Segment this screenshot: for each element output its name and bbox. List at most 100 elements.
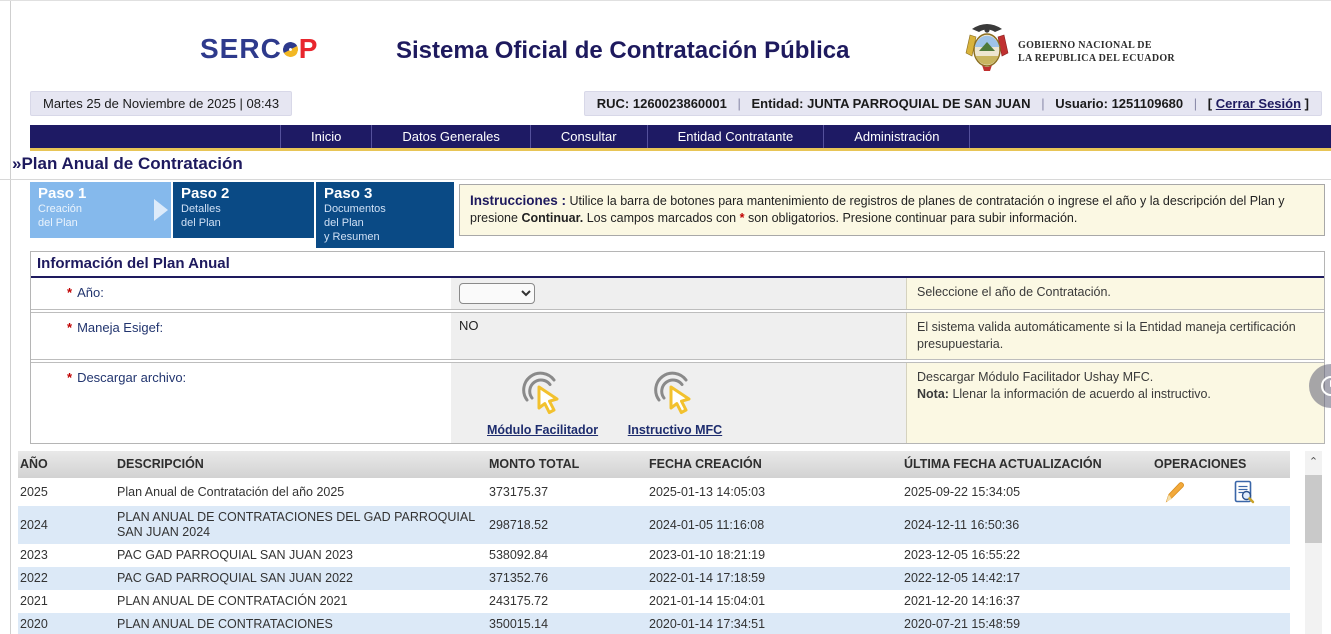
pencil-icon[interactable] bbox=[1162, 480, 1186, 504]
required-asterisk: * bbox=[67, 320, 72, 335]
scrollbar-thumb[interactable] bbox=[1305, 475, 1322, 543]
step-2-detalles: Paso 2 Detalles del Plan bbox=[173, 182, 314, 238]
wizard-steps: Paso 1 Creación del Plan Paso 2 Detalles… bbox=[0, 179, 1331, 180]
cell-description: PLAN ANUAL DE CONTRATACIONES DEL GAD PAR… bbox=[115, 508, 487, 542]
cell-created: 2021-01-14 15:04:01 bbox=[647, 592, 902, 611]
ruc-value: 1260023860001 bbox=[633, 96, 727, 111]
form-row-esigef: *Maneja Esigef: NO El sistema valida aut… bbox=[31, 313, 1324, 359]
anio-label-cell: *Año: bbox=[31, 278, 451, 309]
cell-year: 2020 bbox=[18, 615, 115, 634]
cell-description: PAC GAD PARROQUIAL SAN JUAN 2023 bbox=[115, 546, 487, 565]
cell-description: PLAN ANUAL DE CONTRATACIÓN 2021 bbox=[115, 592, 487, 611]
cell-year: 2024 bbox=[18, 516, 115, 535]
step-3-line3: y Resumen bbox=[324, 230, 446, 244]
sercop-logo-text-p: P bbox=[299, 33, 319, 65]
instructions-continuar: Continuar. bbox=[521, 211, 583, 225]
sercop-logo: SERCP bbox=[200, 33, 318, 65]
col-header-anio: AÑO bbox=[18, 455, 115, 474]
cell-year: 2023 bbox=[18, 546, 115, 565]
main-menu: Inicio Datos Generales Consultar Entidad… bbox=[30, 125, 1331, 151]
logout-bracket: ] bbox=[1305, 96, 1309, 111]
app-title: Sistema Oficial de Contratación Pública bbox=[396, 37, 849, 65]
cell-operations bbox=[1152, 577, 1272, 581]
descargar-help-note: Nota: Llenar la información de acuerdo a… bbox=[917, 386, 1314, 403]
instructions-box: Instrucciones : Utilice la barra de boto… bbox=[459, 184, 1325, 236]
step-2-line1: Detalles bbox=[181, 202, 306, 216]
gov-text-line2: LA REPUBLICA DEL ECUADOR bbox=[1018, 52, 1175, 65]
modulo-facilitador-link[interactable]: Módulo Facilitador bbox=[487, 423, 598, 437]
menu-item-datos-generales[interactable]: Datos Generales bbox=[371, 125, 530, 148]
step-2-title: Paso 2 bbox=[181, 185, 306, 202]
ecuador-coat-of-arms-icon bbox=[962, 21, 1012, 75]
plan-anual-form: Información del Plan Anual *Año: Selecci… bbox=[30, 251, 1325, 444]
instructions-text: son obligatorios. Presione continuar par… bbox=[748, 211, 1077, 225]
cell-amount: 350015.14 bbox=[487, 615, 647, 634]
cell-amount: 298718.52 bbox=[487, 516, 647, 535]
cell-year: 2025 bbox=[18, 483, 115, 502]
step-arrow-icon bbox=[154, 199, 168, 221]
instructivo-mfc-link[interactable]: Instructivo MFC bbox=[628, 423, 722, 437]
table-row: 2024 PLAN ANUAL DE CONTRATACIONES DEL GA… bbox=[18, 506, 1290, 544]
logout-link[interactable]: Cerrar Sesión bbox=[1216, 96, 1301, 111]
step-3-line2: del Plan bbox=[324, 216, 446, 230]
chevron-up-icon[interactable]: ⌃ bbox=[1305, 451, 1322, 471]
menu-item-inicio[interactable]: Inicio bbox=[280, 125, 371, 148]
entidad-label: Entidad: bbox=[752, 96, 804, 111]
menu-item-administracion[interactable]: Administración bbox=[823, 125, 970, 148]
cell-operations bbox=[1152, 600, 1272, 604]
page-title: »Plan Anual de Contratación bbox=[12, 154, 243, 174]
cell-created: 2024-01-05 11:16:08 bbox=[647, 516, 902, 535]
esigef-value: NO bbox=[451, 313, 906, 359]
instructivo-mfc-download[interactable]: Instructivo MFC bbox=[628, 371, 722, 437]
step-1-line1: Creación bbox=[38, 202, 163, 216]
cell-operations bbox=[1152, 623, 1272, 627]
form-row-anio: *Año: Seleccione el año de Contratación. bbox=[31, 278, 1324, 309]
menu-item-entidad-contratante[interactable]: Entidad Contratante bbox=[647, 125, 824, 148]
cell-description: PAC GAD PARROQUIAL SAN JUAN 2022 bbox=[115, 569, 487, 588]
cell-updated: 2024-12-11 16:50:36 bbox=[902, 516, 1152, 535]
document-search-icon[interactable] bbox=[1232, 480, 1256, 504]
cell-description: PLAN ANUAL DE CONTRATACIONES bbox=[115, 615, 487, 634]
modulo-facilitador-download[interactable]: Módulo Facilitador bbox=[487, 371, 598, 437]
anio-value-cell bbox=[451, 278, 906, 309]
cell-year: 2021 bbox=[18, 592, 115, 611]
descargar-help: Descargar Módulo Facilitador Ushay MFC. … bbox=[906, 363, 1324, 443]
required-asterisk: * bbox=[740, 211, 745, 225]
nota-label: Nota: bbox=[917, 387, 949, 401]
anio-help: Seleccione el año de Contratación. bbox=[906, 278, 1324, 309]
col-header-descripcion: DESCRIPCIÓN bbox=[115, 455, 487, 474]
descargar-label-cell: *Descargar archivo: bbox=[31, 363, 451, 443]
descargar-label: Descargar archivo: bbox=[77, 370, 186, 385]
cell-updated: 2023-12-05 16:55:22 bbox=[902, 546, 1152, 565]
separator: | bbox=[730, 96, 747, 111]
cell-updated: 2022-12-05 14:42:17 bbox=[902, 569, 1152, 588]
separator: | bbox=[1034, 96, 1051, 111]
esigef-label: Maneja Esigef: bbox=[77, 320, 163, 335]
table-header-row: AÑO DESCRIPCIÓN MONTO TOTAL FECHA CREACI… bbox=[18, 451, 1290, 478]
cell-amount: 243175.72 bbox=[487, 592, 647, 611]
menu-item-consultar[interactable]: Consultar bbox=[530, 125, 647, 148]
anio-label: Año: bbox=[77, 285, 104, 300]
anio-select[interactable] bbox=[459, 283, 535, 304]
table-row: 2022 PAC GAD PARROQUIAL SAN JUAN 2022 37… bbox=[18, 567, 1290, 590]
step-3-title: Paso 3 bbox=[324, 185, 446, 202]
ruc-label: RUC: bbox=[597, 96, 630, 111]
session-bar: RUC: 1260023860001 | Entidad: JUNTA PARR… bbox=[584, 91, 1322, 116]
vertical-scrollbar[interactable]: ⌃ bbox=[1305, 451, 1322, 634]
gov-text: GOBIERNO NACIONAL DE LA REPUBLICA DEL EC… bbox=[1018, 39, 1175, 65]
col-header-fecha-creacion: FECHA CREACIÓN bbox=[647, 455, 902, 474]
nota-text: Llenar la información de acuerdo al inst… bbox=[952, 387, 1210, 401]
cell-description: Plan Anual de Contratación del año 2025 bbox=[115, 483, 487, 502]
instructions-label: Instrucciones : bbox=[470, 193, 566, 208]
page-left-border bbox=[10, 1, 11, 634]
cell-updated: 2020-07-21 15:48:59 bbox=[902, 615, 1152, 634]
table-row: 2021 PLAN ANUAL DE CONTRATACIÓN 2021 243… bbox=[18, 590, 1290, 613]
cell-created: 2020-01-14 17:34:51 bbox=[647, 615, 902, 634]
cell-created: 2023-01-10 18:21:19 bbox=[647, 546, 902, 565]
step-3-line1: Documentos bbox=[324, 202, 446, 216]
datetime-display: Martes 25 de Noviembre de 2025 | 08:43 bbox=[30, 91, 292, 116]
esigef-label-cell: * Maneja Esigef: bbox=[31, 313, 451, 359]
section-title: Información del Plan Anual bbox=[31, 252, 1324, 278]
clock-glyph bbox=[1318, 373, 1331, 399]
cell-operations bbox=[1152, 478, 1272, 506]
